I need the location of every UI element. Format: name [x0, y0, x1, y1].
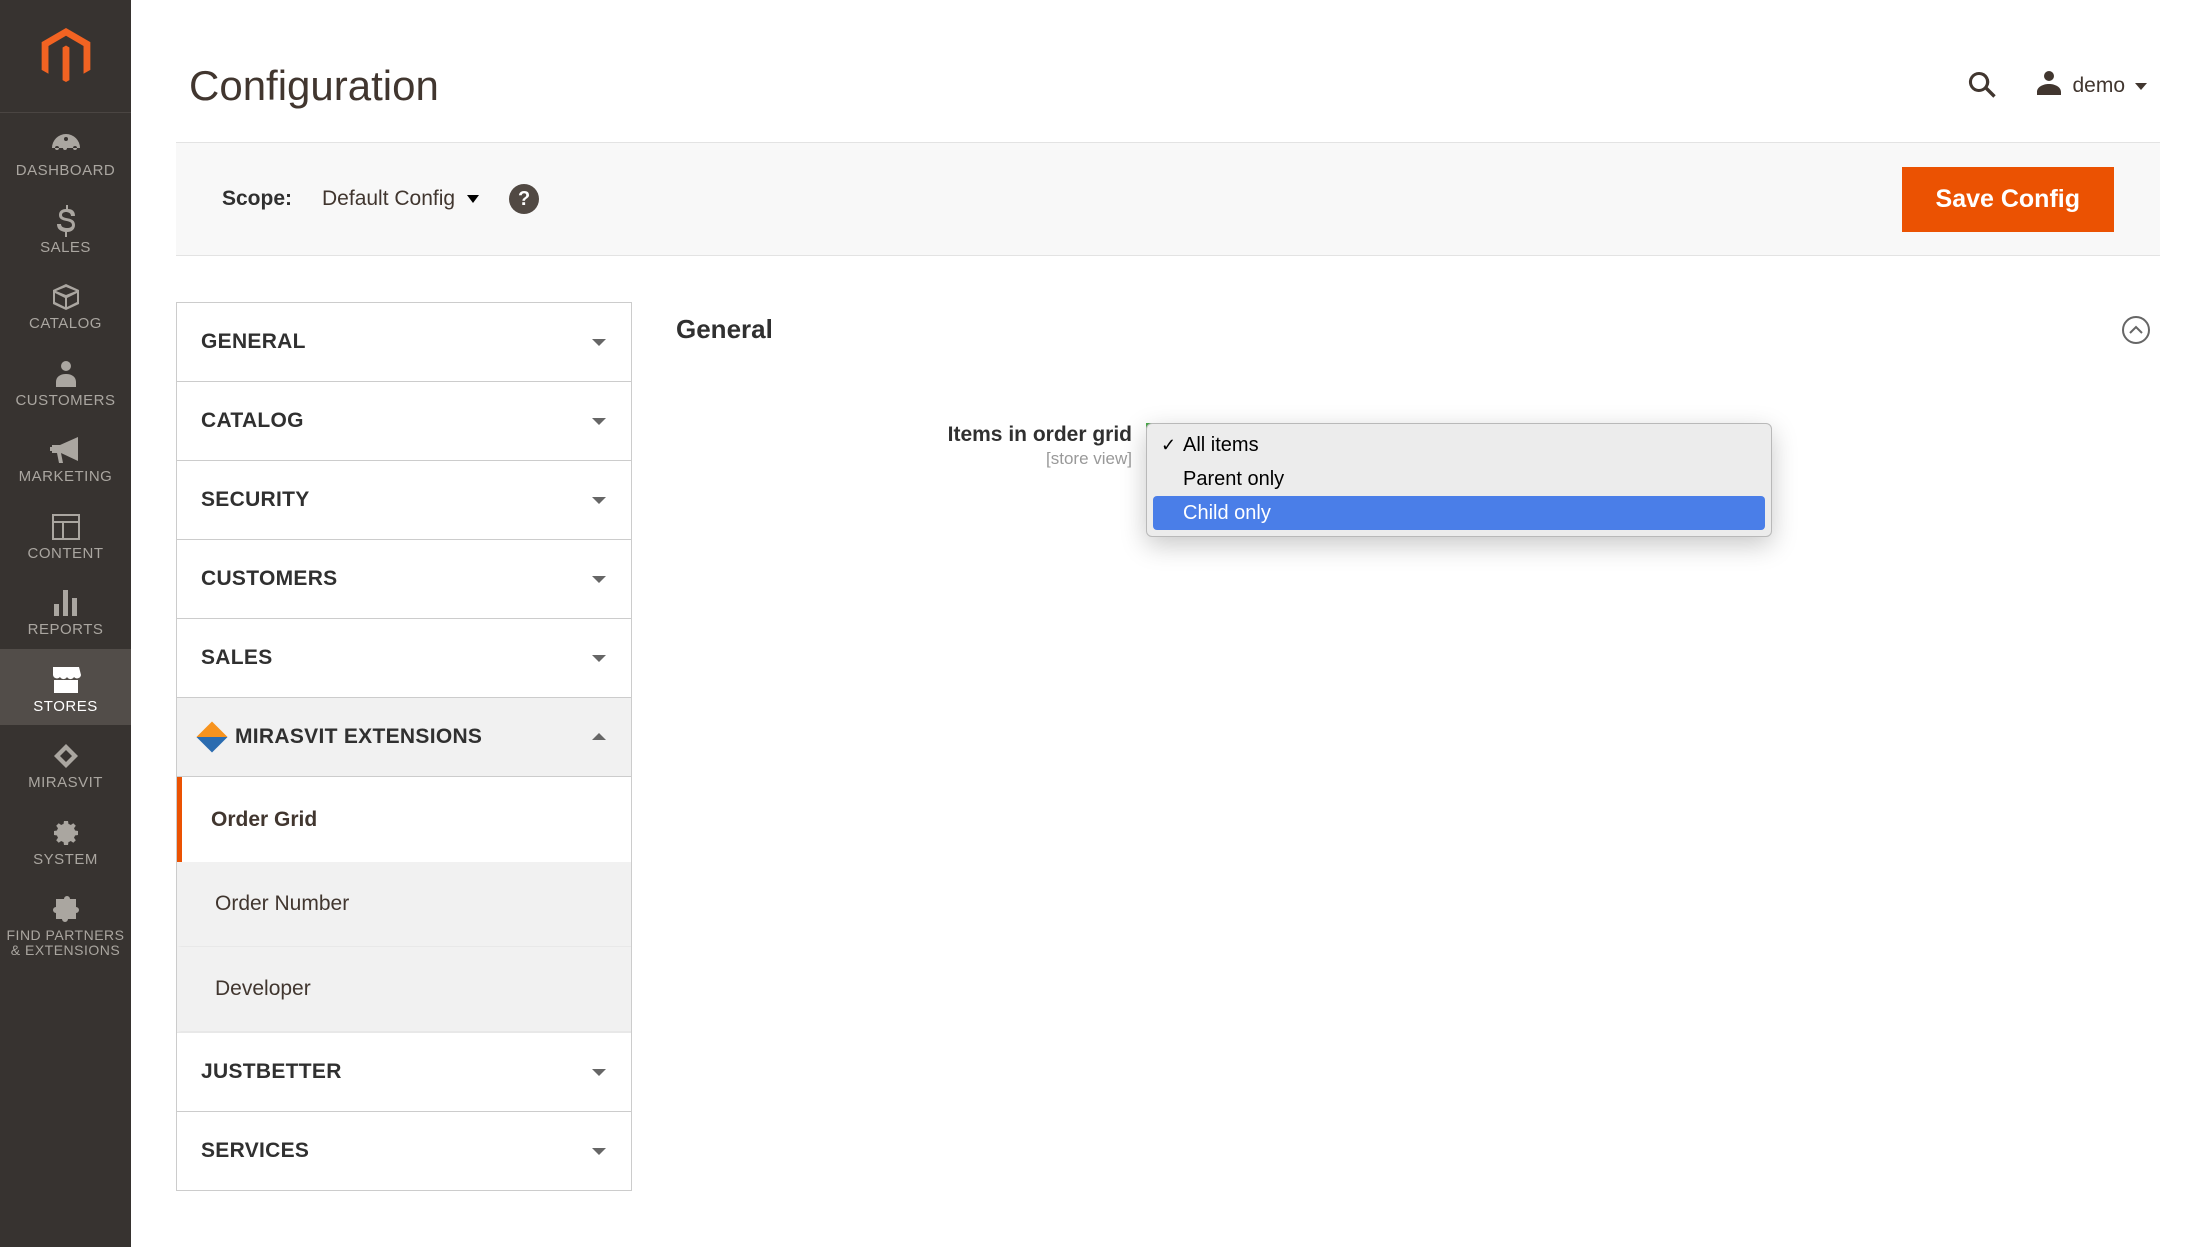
nav-mirasvit[interactable]: MIRASVIT — [0, 725, 131, 802]
config-panel: General Items in order grid [store view]… — [676, 302, 2160, 1191]
chevron-down-icon — [591, 646, 607, 670]
nav-label: DASHBOARD — [16, 163, 116, 180]
caret-down-icon — [2135, 83, 2147, 90]
scope-label: Scope: — [222, 187, 292, 211]
chevron-down-icon — [591, 1060, 607, 1084]
tab-label: GENERAL — [201, 330, 306, 354]
megaphone-icon — [50, 433, 82, 467]
nav-label: CUSTOMERS — [15, 393, 115, 410]
chevron-up-icon — [591, 725, 607, 749]
nav-label: SALES — [40, 240, 91, 257]
collapse-button[interactable] — [2122, 316, 2150, 344]
mirasvit-subitems: Order Grid Order Number Developer — [177, 777, 631, 1033]
select-dropdown[interactable]: All items Parent only Child only — [1146, 423, 1772, 537]
dollar-icon — [56, 204, 76, 238]
sub-order-grid[interactable]: Order Grid — [177, 777, 631, 862]
field-row: Items in order grid [store view] All ite… — [676, 385, 2150, 473]
box-icon — [51, 280, 81, 314]
tab-mirasvit-extensions[interactable]: MIRASVIT EXTENSIONS — [177, 698, 631, 777]
sub-developer[interactable]: Developer — [177, 947, 631, 1032]
gear-icon — [52, 816, 80, 850]
nav-label: CATALOG — [29, 316, 102, 333]
nav-label: FIND PARTNERS & EXTENSIONS — [7, 928, 125, 959]
nav-content[interactable]: CONTENT — [0, 496, 131, 573]
section-head: General — [676, 302, 2150, 385]
save-config-button[interactable]: Save Config — [1902, 167, 2114, 232]
mirasvit-diamond-icon — [196, 721, 227, 752]
field-scope: [store view] — [676, 449, 1132, 469]
nav-label: STORES — [33, 699, 97, 716]
tab-label: SECURITY — [201, 488, 310, 512]
nav-label: SYSTEM — [33, 852, 98, 869]
search-icon[interactable] — [1966, 69, 1998, 104]
scope-left: Scope: Default Config ? — [222, 184, 539, 214]
nav-label: REPORTS — [28, 622, 104, 639]
field-label: Items in order grid — [676, 423, 1132, 447]
tab-customers[interactable]: CUSTOMERS — [177, 540, 631, 619]
tab-label: SALES — [201, 646, 273, 670]
main-content: Configuration demo Scope: Default Config… — [131, 0, 2205, 1247]
nav-system[interactable]: SYSTEM — [0, 802, 131, 879]
mirasvit-icon — [52, 739, 80, 773]
help-icon[interactable]: ? — [509, 184, 539, 214]
tab-label: CUSTOMERS — [201, 567, 338, 591]
content-row: GENERAL CATALOG SECURITY CUSTOMERS SALES — [131, 256, 2205, 1191]
store-icon — [51, 663, 81, 697]
nav-label: CONTENT — [28, 546, 104, 563]
tab-label: CATALOG — [201, 409, 304, 433]
field-label-col: Items in order grid [store view] — [676, 423, 1146, 469]
nav-dashboard[interactable]: DASHBOARD — [0, 113, 131, 190]
tab-label: SERVICES — [201, 1139, 309, 1163]
tab-sales[interactable]: SALES — [177, 619, 631, 698]
user-menu[interactable]: demo — [2036, 69, 2147, 103]
user-icon — [2036, 69, 2062, 103]
nav-catalog[interactable]: CATALOG — [0, 266, 131, 343]
nav-label: MIRASVIT — [28, 775, 103, 792]
user-name: demo — [2072, 74, 2125, 98]
chevron-down-icon — [591, 488, 607, 512]
person-icon — [55, 357, 77, 391]
tab-label: JUSTBETTER — [201, 1060, 342, 1084]
sub-order-number[interactable]: Order Number — [177, 862, 631, 947]
config-tabs: GENERAL CATALOG SECURITY CUSTOMERS SALES — [176, 302, 632, 1191]
nav-stores[interactable]: STORES — [0, 649, 131, 726]
tab-justbetter[interactable]: JUSTBETTER — [177, 1033, 631, 1112]
nav-partners[interactable]: FIND PARTNERS & EXTENSIONS — [0, 878, 131, 969]
page-header: Configuration demo — [131, 0, 2205, 142]
layout-icon — [52, 510, 80, 544]
scope-selector[interactable]: Default Config — [322, 187, 479, 211]
tab-security[interactable]: SECURITY — [177, 461, 631, 540]
scope-value-text: Default Config — [322, 187, 455, 211]
tab-label: MIRASVIT EXTENSIONS — [235, 725, 482, 749]
tab-catalog[interactable]: CATALOG — [177, 382, 631, 461]
chevron-down-icon — [591, 567, 607, 591]
nav-marketing[interactable]: MARKETING — [0, 419, 131, 496]
page-title: Configuration — [189, 62, 439, 110]
option-all-items[interactable]: All items — [1153, 428, 1765, 462]
section-title: General — [676, 314, 773, 345]
select-wrap: All items Parent only Child only — [1146, 423, 1766, 473]
chevron-down-icon — [591, 330, 607, 354]
admin-nav: DASHBOARD SALES CATALOG CUSTOMERS MARKET… — [0, 0, 131, 1247]
puzzle-icon — [52, 892, 80, 926]
tab-services[interactable]: SERVICES — [177, 1112, 631, 1191]
option-parent-only[interactable]: Parent only — [1153, 462, 1765, 496]
tab-general[interactable]: GENERAL — [177, 303, 631, 382]
chevron-down-icon — [591, 1139, 607, 1163]
chevron-down-icon — [591, 409, 607, 433]
nav-sales[interactable]: SALES — [0, 190, 131, 267]
option-child-only[interactable]: Child only — [1153, 496, 1765, 530]
magento-logo[interactable] — [0, 0, 131, 113]
gauge-icon — [50, 127, 82, 161]
scope-bar: Scope: Default Config ? Save Config — [176, 142, 2160, 256]
nav-customers[interactable]: CUSTOMERS — [0, 343, 131, 420]
header-actions: demo — [1966, 69, 2147, 104]
nav-reports[interactable]: REPORTS — [0, 572, 131, 649]
bars-icon — [52, 586, 80, 620]
caret-down-icon — [467, 195, 479, 203]
tab-label-wrap: MIRASVIT EXTENSIONS — [201, 725, 482, 749]
nav-label: MARKETING — [19, 469, 113, 486]
